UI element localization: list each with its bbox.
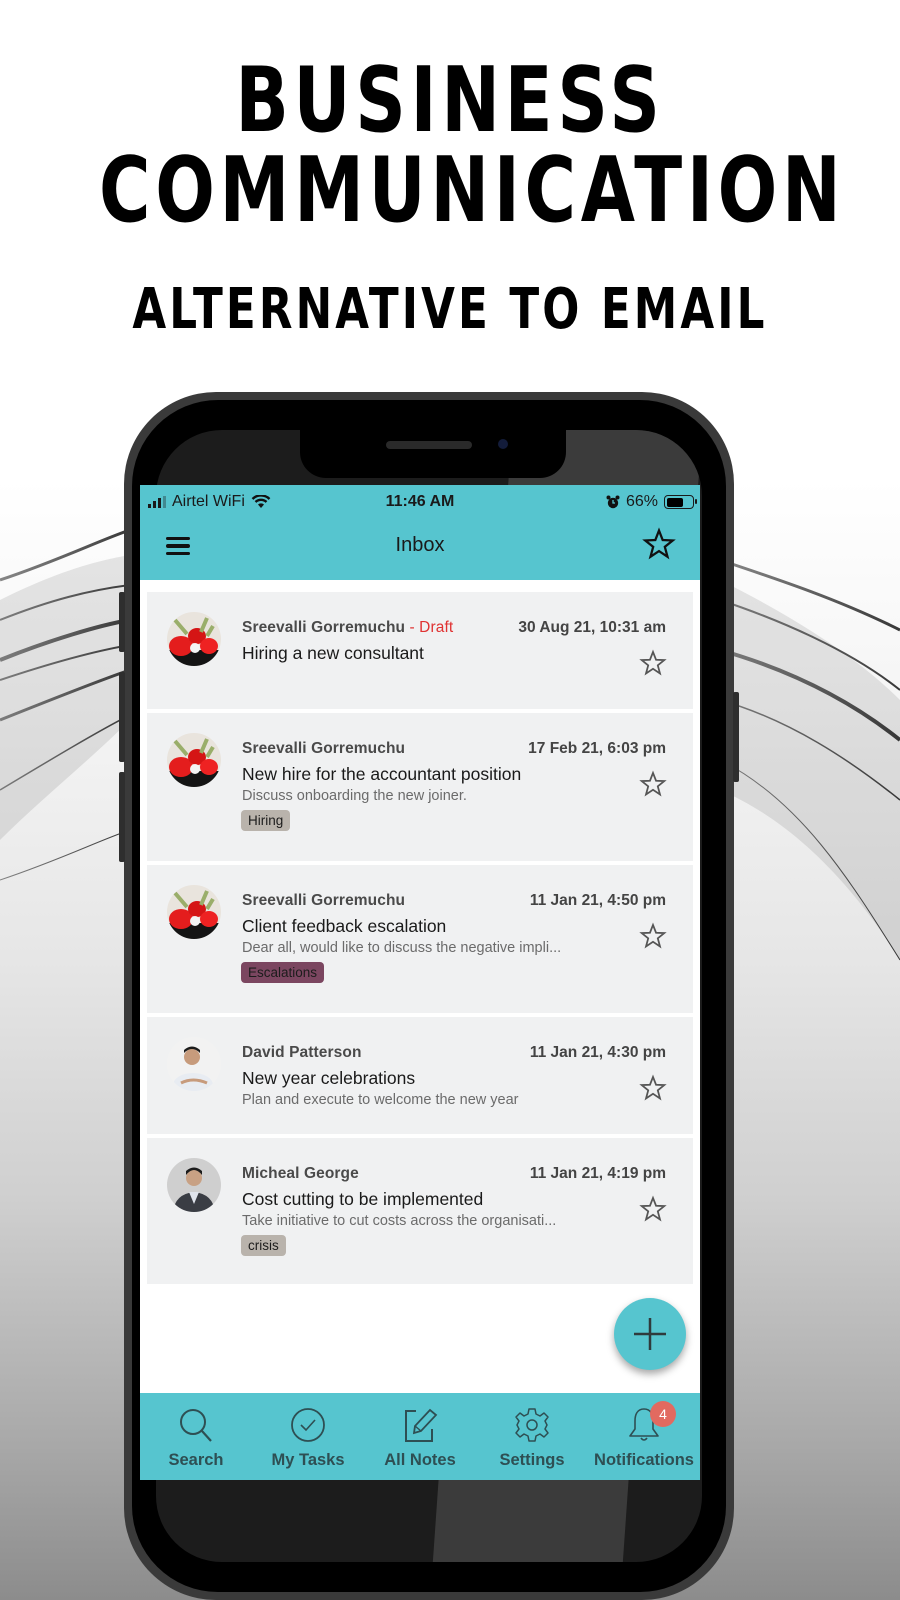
message-date: 11 Jan 21, 4:30 pm [529,1044,666,1061]
message-item[interactable]: David Patterson 11 Jan 21, 4:30 pm New y… [147,1017,693,1134]
tag-badge[interactable]: crisis [241,1235,286,1256]
app-screen: Airtel WiFi 11:46 AM 66% Inbox Sreevalli… [140,485,700,1480]
draft-label: - Draft [405,619,454,636]
sender-name: David Patterson [242,1044,362,1061]
star-icon[interactable] [639,1195,667,1223]
sender-name: Micheal George [242,1165,359,1182]
speaker-grille [386,441,472,449]
check-circle-icon [291,1408,325,1442]
message-subject: Cost cutting to be implemented [242,1189,484,1209]
tab-label: Settings [499,1451,565,1469]
nav-bar: Inbox [140,521,700,571]
page-title: Inbox [395,534,445,556]
tag-badge[interactable]: Hiring [241,810,291,831]
bottom-tab-bar: Search My Tasks All Notes Settings 4 Not… [140,1393,700,1480]
flowers-avatar-icon [167,612,221,666]
flowers-avatar-icon [167,733,221,787]
person-avatar-icon [167,1158,221,1212]
star-icon[interactable] [639,649,667,677]
star-icon[interactable] [639,1074,667,1102]
message-subject: Client feedback escalation [242,916,447,936]
message-item[interactable]: Micheal George 11 Jan 21, 4:19 pm Cost c… [147,1138,693,1284]
message-subject: Hiring a new consultant [242,643,424,663]
flowers-avatar-icon [167,885,221,939]
message-preview: Dear all, would like to discuss the nega… [242,940,562,956]
message-item[interactable]: Sreevalli Gorremuchu 17 Feb 21, 6:03 pm … [147,713,693,861]
message-item[interactable]: Sreevalli Gorremuchu - Draft 30 Aug 21, … [147,592,693,709]
compose-button[interactable] [614,1298,686,1370]
avatar [167,733,221,787]
message-date: 11 Jan 21, 4:19 pm [529,1165,666,1182]
phone-notch [300,424,566,478]
battery-fill [666,497,683,507]
avatar [167,1037,221,1091]
battery-percent: 66% [625,493,658,510]
sender-name: Sreevalli Gorremuchu - Draft [242,619,453,637]
alarm-icon [606,495,620,509]
message-date: 30 Aug 21, 10:31 am [518,619,666,636]
tab-search[interactable]: Search [140,1405,252,1470]
star-icon[interactable] [639,922,667,950]
message-date: 17 Feb 21, 6:03 pm [528,740,666,757]
star-icon[interactable] [639,770,667,798]
message-subject: New hire for the accountant position [242,764,522,784]
notification-count-badge: 4 [650,1401,676,1427]
message-item[interactable]: Sreevalli Gorremuchu 11 Jan 21, 4:50 pm … [147,865,693,1013]
avatar [167,612,221,666]
phone-side-button [733,692,739,782]
headline-line-2: COMMUNICATION [99,138,846,243]
status-bar: Airtel WiFi 11:46 AM 66% [140,489,700,517]
tab-label: Search [168,1451,224,1469]
tab-label: My Tasks [271,1451,345,1469]
edit-note-icon [405,1408,438,1442]
person-avatar-icon [167,1037,221,1091]
gear-icon [515,1408,549,1442]
starred-filter-star-icon[interactable] [642,527,676,561]
tab-label: Notifications [594,1451,694,1469]
phone-side-button [119,672,125,762]
search-icon [180,1409,212,1442]
headline-line-1: BUSINESS [235,48,665,153]
plus-icon [634,1318,666,1350]
phone-side-button [119,772,125,862]
battery-icon [664,495,697,509]
sender-name-text: Sreevalli Gorremuchu [242,619,406,636]
message-preview: Discuss onboarding the new joiner. [242,788,467,804]
tab-all-notes[interactable]: All Notes [364,1405,476,1470]
phone-side-button [119,592,125,652]
avatar [167,885,221,939]
tab-label: All Notes [384,1451,456,1469]
message-preview: Plan and execute to welcome the new year [242,1092,519,1108]
tab-my-tasks[interactable]: My Tasks [252,1405,364,1470]
message-preview: Take initiative to cut costs across the … [242,1213,557,1229]
message-date: 11 Jan 21, 4:50 pm [529,892,666,909]
front-camera [498,439,508,449]
top-bar: Airtel WiFi 11:46 AM 66% Inbox [140,485,700,580]
sender-name: Sreevalli Gorremuchu [242,740,406,757]
tab-notifications[interactable]: 4 Notifications [588,1401,700,1470]
avatar [167,1158,221,1212]
subheadline: ALTERNATIVE TO EMAIL [132,277,768,342]
status-right: 66% [606,493,697,511]
sender-name: Sreevalli Gorremuchu [242,892,406,909]
tab-settings[interactable]: Settings [476,1405,588,1470]
tag-badge[interactable]: Escalations [241,962,325,983]
message-list: Sreevalli Gorremuchu - Draft 30 Aug 21, … [147,592,693,1288]
message-subject: New year celebrations [242,1068,416,1088]
